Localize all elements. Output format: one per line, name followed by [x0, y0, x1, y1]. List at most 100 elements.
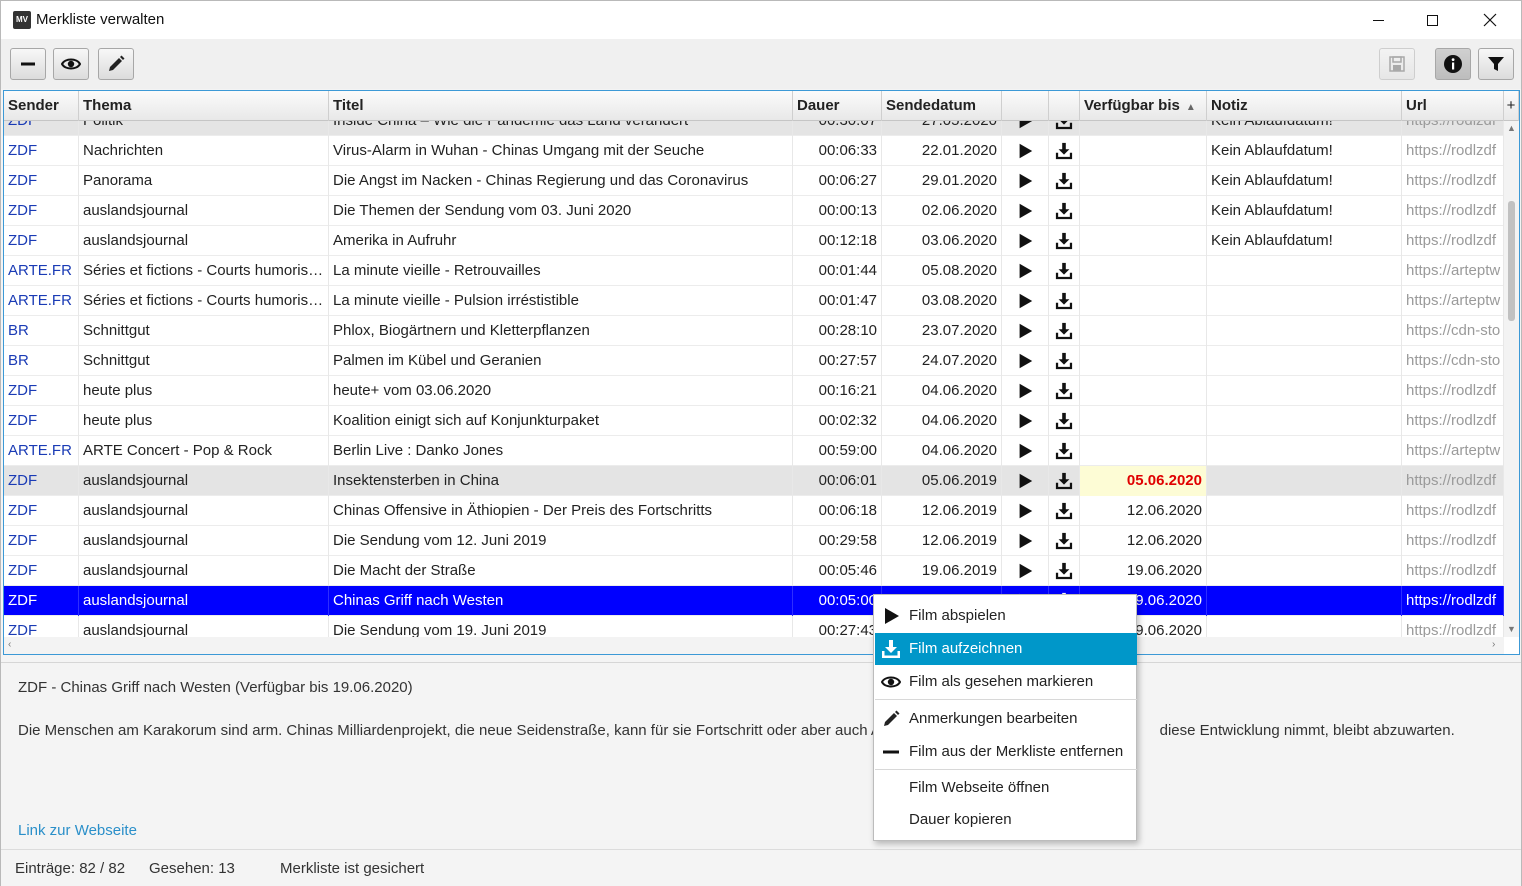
- save-status: Merkliste ist gesichert: [280, 860, 425, 877]
- menu-item-film-abspielen[interactable]: Film abspielen: [875, 600, 1137, 632]
- cell-play[interactable]: [1002, 526, 1049, 556]
- context-menu: Film abspielen Film aufzeichnen Film als g…: [873, 594, 1137, 841]
- table-row[interactable]: ZDF auslandsjournal Die Themen der Sendung…: [4, 196, 1504, 226]
- table-row[interactable]: ZDF Panorama Die Angst im Nacken - Chinas …: [4, 166, 1504, 196]
- column-header[interactable]: Url: [1402, 91, 1504, 121]
- cell-dauer: 00:28:10: [793, 316, 882, 346]
- cell-play[interactable]: [1002, 256, 1049, 286]
- cell-play[interactable]: [1002, 346, 1049, 376]
- table-row[interactable]: ZDF auslandsjournal Die Macht der Straße 00…: [4, 556, 1504, 586]
- menu-item-label: Film als gesehen markieren: [909, 673, 1094, 690]
- cell-play[interactable]: [1002, 496, 1049, 526]
- column-header[interactable]: Thema: [79, 91, 329, 121]
- remove-button[interactable]: [10, 48, 46, 80]
- cell-download[interactable]: [1049, 436, 1080, 466]
- cell-play[interactable]: [1002, 436, 1049, 466]
- cell-download[interactable]: [1049, 196, 1080, 226]
- cell-download[interactable]: [1049, 346, 1080, 376]
- column-header[interactable]: [1049, 91, 1080, 121]
- table-row[interactable]: ARTE.FR ARTE Concert - Pop & Rock Berlin L…: [4, 436, 1504, 466]
- horizontal-scrollbar[interactable]: ‹ ›: [4, 637, 1504, 654]
- close-button[interactable]: [1461, 1, 1519, 39]
- column-header[interactable]: Dauer: [793, 91, 882, 121]
- menu-item-film-als-gesehen-markieren[interactable]: Film als gesehen markieren: [875, 666, 1137, 698]
- cell-download[interactable]: [1049, 256, 1080, 286]
- minimize-button[interactable]: [1349, 1, 1407, 39]
- cell-play[interactable]: [1002, 226, 1049, 256]
- column-header[interactable]: Sender: [4, 91, 79, 121]
- cell-download[interactable]: [1049, 406, 1080, 436]
- cell-url: https://rodlzdf: [1402, 166, 1504, 196]
- cell-play[interactable]: [1002, 121, 1049, 136]
- cell-titel: Die Themen der Sendung vom 03. Juni 2020: [329, 196, 793, 226]
- table-row[interactable]: ZDF auslandsjournal Amerika in Aufruhr 00:1…: [4, 226, 1504, 256]
- cell-play[interactable]: [1002, 556, 1049, 586]
- cell-download[interactable]: [1049, 376, 1080, 406]
- table-row[interactable]: ZDFPolitikInside China – Wie die Pandemi…: [4, 121, 1504, 136]
- scroll-down-icon[interactable]: ▼: [1507, 624, 1516, 634]
- cell-download[interactable]: [1049, 556, 1080, 586]
- cell-thema: auslandsjournal: [79, 496, 329, 526]
- cell-play[interactable]: [1002, 376, 1049, 406]
- menu-item-film-webseite-öffnen[interactable]: Film Webseite öffnen: [875, 772, 1137, 804]
- table-row[interactable]: ZDF auslandsjournal Insektensterben in Chi…: [4, 466, 1504, 496]
- cell-download[interactable]: [1049, 121, 1080, 136]
- table-row[interactable]: ZDF heute plus heute+ vom 03.06.2020 00:16:…: [4, 376, 1504, 406]
- table-row[interactable]: ZDF auslandsjournal Die Sendung vom 19. Ju…: [4, 616, 1504, 637]
- status-bar: Einträge: 82 / 82 Gesehen: 13 Merkliste …: [1, 849, 1521, 886]
- cell-download[interactable]: [1049, 286, 1080, 316]
- table-row[interactable]: ZDF auslandsjournal Die Sendung vom 12. Ju…: [4, 526, 1504, 556]
- cell-download[interactable]: [1049, 526, 1080, 556]
- menu-item-film-aus-der-merkliste-entfernen[interactable]: Film aus der Merkliste entfernen: [875, 736, 1137, 768]
- cell-download[interactable]: [1049, 136, 1080, 166]
- table-row[interactable]: BR Schnittgut Palmen im Kübel und Geranien…: [4, 346, 1504, 376]
- cell-play[interactable]: [1002, 286, 1049, 316]
- cell-download[interactable]: [1049, 466, 1080, 496]
- edit-button[interactable]: [98, 48, 134, 80]
- cell-play[interactable]: [1002, 136, 1049, 166]
- column-header[interactable]: Sendedatum: [882, 91, 1002, 121]
- cell-play[interactable]: [1002, 466, 1049, 496]
- cell-play[interactable]: [1002, 406, 1049, 436]
- cell-play[interactable]: [1002, 196, 1049, 226]
- menu-item-dauer-kopieren[interactable]: Dauer kopieren: [875, 804, 1137, 836]
- table-row[interactable]: ZDF heute plus Koalition einigt sich auf K…: [4, 406, 1504, 436]
- table-row[interactable]: ARTE.FR Séries et fictions - Courts humor…: [4, 286, 1504, 316]
- save-button[interactable]: [1379, 48, 1415, 80]
- table-row[interactable]: BR Schnittgut Phlox, Biogärtnern und Klett…: [4, 316, 1504, 346]
- column-header[interactable]: Notiz: [1207, 91, 1402, 121]
- cell-play[interactable]: [1002, 316, 1049, 346]
- details-description-end: diese Entwicklung nimmt, bleibt abzuwart…: [1159, 722, 1455, 739]
- vertical-scroll-thumb[interactable]: [1508, 201, 1515, 321]
- info-button[interactable]: [1435, 48, 1471, 80]
- scroll-up-icon[interactable]: ▲: [1507, 123, 1516, 133]
- cell-download[interactable]: [1049, 496, 1080, 526]
- scroll-left-icon[interactable]: ‹: [8, 639, 11, 650]
- website-link[interactable]: Link zur Webseite: [18, 822, 137, 839]
- table-row[interactable]: ARTE.FR Séries et fictions - Courts humor…: [4, 256, 1504, 286]
- table-row[interactable]: ZDF Nachrichten Virus-Alarm in Wuhan - Chi…: [4, 136, 1504, 166]
- column-header[interactable]: Titel: [329, 91, 793, 121]
- menu-item-anmerkungen-bearbeiten[interactable]: Anmerkungen bearbeiten: [875, 703, 1137, 735]
- table-row-selected[interactable]: ZDF auslandsjournal Chinas Griff nach West…: [4, 586, 1504, 616]
- cell-download[interactable]: [1049, 316, 1080, 346]
- cell-notiz: [1207, 286, 1402, 316]
- seen-button[interactable]: [53, 48, 89, 80]
- maximize-button[interactable]: [1403, 1, 1461, 39]
- cell-sendedatum: 05.08.2020: [882, 256, 1002, 286]
- scroll-right-icon[interactable]: ›: [1492, 639, 1495, 650]
- column-header[interactable]: Verfügbar bis ▲: [1080, 91, 1207, 121]
- vertical-scrollbar[interactable]: ▲ ▼: [1504, 121, 1519, 637]
- cell-dauer: 00:12:18: [793, 226, 882, 256]
- menu-item-film-aufzeichnen[interactable]: Film aufzeichnen: [875, 633, 1137, 665]
- column-add-button[interactable]: +: [1504, 91, 1519, 121]
- cell-download[interactable]: [1049, 226, 1080, 256]
- filter-button[interactable]: [1478, 48, 1514, 80]
- table-row[interactable]: ZDF auslandsjournal Chinas Offensive in Ät…: [4, 496, 1504, 526]
- cell-download[interactable]: [1049, 166, 1080, 196]
- cell-play[interactable]: [1002, 166, 1049, 196]
- cell-sendedatum: 24.07.2020: [882, 346, 1002, 376]
- cell-sender: ZDF: [4, 406, 79, 436]
- cell-sendedatum: 29.01.2020: [882, 166, 1002, 196]
- column-header[interactable]: [1002, 91, 1049, 121]
